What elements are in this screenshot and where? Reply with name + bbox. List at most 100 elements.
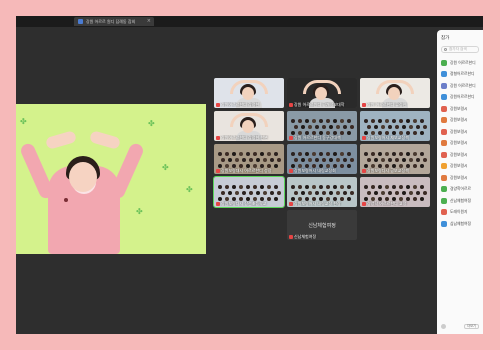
student-figure <box>242 158 246 162</box>
student-figure <box>381 125 385 129</box>
participant-tile[interactable]: 강원보령어시 내림교정 한장 <box>287 177 357 207</box>
student-figure <box>326 185 330 189</box>
student-figure <box>253 185 257 189</box>
meeting-window: 강원 어르르 원디 답례동 참외 × ✤ ✤ ✤ ✤ ✤ ✤ 강원어르르한디 감… <box>16 16 483 334</box>
participant-name: 강원보령시 <box>450 174 468 180</box>
participant-list-item[interactable]: 강원보령시 <box>441 149 479 161</box>
participant-list-item[interactable]: 강원보령시 <box>441 126 479 138</box>
presenter-video[interactable]: ✤ ✤ ✤ ✤ ✤ ✤ <box>16 104 206 254</box>
participant-name: 강원 어르르원디 공개정보대학 <box>294 102 345 107</box>
student-figure <box>277 191 281 195</box>
participant-tile[interactable]: 강원보령다시 공보교정책 <box>360 144 430 174</box>
avatar <box>441 82 447 89</box>
participant-list-item[interactable]: 경양학어르르 <box>441 184 479 196</box>
student-figure <box>392 185 396 189</box>
student-figure <box>343 158 347 162</box>
participant-list-item[interactable]: 강원보령시 <box>441 161 479 173</box>
tile-label: 강원 어르르한디 류정민 <box>362 102 428 107</box>
student-figure <box>413 119 417 123</box>
student-figure <box>225 185 229 189</box>
close-icon[interactable]: × <box>147 19 151 24</box>
student-figure <box>218 152 222 156</box>
search-input[interactable]: 참가자 검색 <box>441 46 479 53</box>
participant-panel: 참가 참가자 검색 강원 어르르한디 정형어르르한디 강원 어르르한디 강원어르르한디… <box>437 30 483 334</box>
participant-tile[interactable]: 강원 어르르한디 류정민 <box>360 78 430 108</box>
avatar <box>441 186 447 193</box>
student-figure <box>364 185 368 189</box>
participant-tile[interactable]: 강원어르르한디 감정현 한분 <box>214 111 284 141</box>
student-figure <box>423 158 427 162</box>
participant-tile[interactable]: 강원보령어시 채보교정책 <box>360 111 430 141</box>
participant-list-item[interactable]: 강원보령시 <box>441 103 479 115</box>
student-figure <box>294 158 298 162</box>
student-figure <box>378 185 382 189</box>
participant-name: 신남체험여정 <box>450 197 471 203</box>
student-figure <box>402 158 406 162</box>
avatar <box>441 174 447 181</box>
participant-list-item[interactable]: 강원어르르한디 <box>441 92 479 104</box>
student-figure <box>301 191 305 195</box>
participant-list-item[interactable]: 강원 어르르한디 <box>441 57 479 69</box>
student-figure <box>260 152 264 156</box>
tile-label: 경양학 어르르한디 교정 <box>362 201 428 206</box>
participant-tile[interactable]: 강원보령다시 장선초등학교 <box>213 176 285 208</box>
avatar <box>441 209 447 216</box>
participant-tile[interactable]: 경양학 어르르한디 교정 <box>360 177 430 207</box>
app-icon <box>78 19 83 24</box>
student-figure <box>315 125 319 129</box>
portrait-head <box>242 120 254 133</box>
student-figure <box>350 158 354 162</box>
portrait-head <box>315 87 327 100</box>
participant-tile[interactable]: 강원보령어시 내림교정회 <box>287 144 357 174</box>
presenter-face <box>69 162 97 192</box>
more-button[interactable]: 더보기 <box>464 323 479 329</box>
participant-list-item[interactable]: 강원 어르르한디 <box>441 80 479 92</box>
student-figure <box>399 185 403 189</box>
participant-tile[interactable]: 강원보령대시 어르르한디 성장 <box>214 144 284 174</box>
participant-name: 강원보령시 <box>450 117 468 123</box>
student-figure <box>294 191 298 195</box>
student-figure <box>315 191 319 195</box>
participant-list-item[interactable]: 강원보령시 <box>441 115 479 127</box>
participant-tile[interactable]: 강원 어르르한디 동구강대책 <box>287 111 357 141</box>
student-figure <box>409 158 413 162</box>
student-figure <box>312 152 316 156</box>
avatar <box>441 197 447 204</box>
participant-name: 강원보령다시 장선초등학교 <box>221 201 267 206</box>
panel-header: 참가 <box>437 30 483 46</box>
participant-list-item[interactable]: 정형어르르한디 <box>441 69 479 81</box>
student-figure <box>336 125 340 129</box>
participant-list-item[interactable]: 심남체험여정 <box>441 218 479 230</box>
participant-list-item[interactable]: 강원보령시 <box>441 138 479 150</box>
participant-tile[interactable]: 강원어르르한디 감정현 <box>214 78 284 108</box>
participant-tile[interactable]: 강원 어르르원디 공개정보대학 <box>287 78 357 108</box>
mic-muted-icon <box>289 234 293 239</box>
leaf-decoration-icon: ✤ <box>162 163 169 172</box>
student-figure <box>242 191 246 195</box>
avatar <box>441 140 447 147</box>
student-figure <box>420 185 424 189</box>
participant-list-item[interactable]: 강원보령시 <box>441 172 479 184</box>
student-figure <box>305 119 309 123</box>
student-figure <box>347 185 351 189</box>
participant-list-item[interactable]: 신남체험여정 <box>441 195 479 207</box>
avatar <box>441 163 447 170</box>
browser-tab[interactable]: 강원 어르르 원디 답례동 참외 × <box>74 17 154 26</box>
student-figure <box>333 185 337 189</box>
participant-tile[interactable]: 신남체험여정 신남체험여정 <box>287 210 357 240</box>
avatar <box>441 94 447 101</box>
presenter-hand <box>44 130 78 150</box>
leaf-decoration-icon: ✤ <box>20 117 27 126</box>
student-figure <box>221 191 225 195</box>
tile-label: 강원보령다시 장선초등학교 <box>216 201 282 206</box>
student-figure <box>305 152 309 156</box>
avatar <box>441 128 447 135</box>
participant-list-item[interactable]: 도래이원자 <box>441 207 479 219</box>
student-figure <box>388 125 392 129</box>
student-figure <box>409 191 413 195</box>
participant-name: 경양학어르르 <box>450 186 471 192</box>
student-figure <box>336 158 340 162</box>
student-figure <box>239 152 243 156</box>
student-figure <box>235 158 239 162</box>
student-figure <box>246 185 250 189</box>
